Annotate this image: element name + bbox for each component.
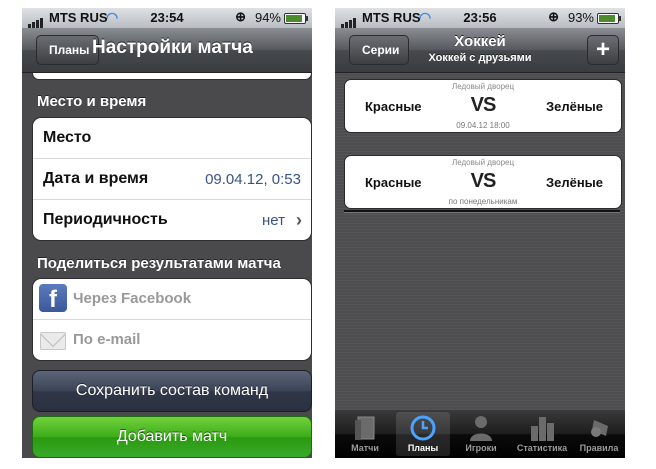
settings-content: Место и время Место Дата и время 09.04.1… — [22, 73, 312, 458]
match-card[interactable]: Ледовый дворец Красные VS Зелёные по пон… — [344, 155, 622, 209]
tab-plans[interactable]: Планы — [396, 412, 450, 456]
previous-group-edge — [32, 73, 312, 80]
page-title: Настройки матча — [92, 37, 253, 58]
tab-bar: Матчи Планы Игроки Статистика Правила — [335, 410, 625, 458]
share-facebook-row[interactable]: f Через Facebook — [33, 279, 311, 320]
page-subtitle: Хоккей с друзьями — [428, 52, 532, 64]
battery-icon — [284, 13, 308, 24]
tab-statistics[interactable]: Статистика — [512, 412, 572, 456]
match-team-away: Зелёные — [545, 99, 603, 114]
match-recurrence: по понедельникам — [448, 197, 518, 206]
rotation-lock-icon: ⊕ — [548, 9, 559, 24]
match-arena: Ледовый дворец — [451, 158, 515, 167]
datetime-value: 09.04.12, 0:53 — [205, 171, 301, 188]
navigation-bar: Планы Настройки матча — [22, 28, 312, 73]
match-settings-screen: MTS RUS ◠ 23:54 ⊕ 94% Планы Настройки ма… — [22, 8, 312, 458]
page-title: Хоккей — [454, 33, 506, 50]
save-teams-button[interactable]: Сохранить состав команд — [32, 370, 312, 412]
matches-icon — [355, 416, 375, 440]
chevron-right-icon: › — [296, 210, 302, 230]
place-label: Место — [43, 129, 92, 146]
place-time-group: Место Дата и время 09.04.12, 0:53 Период… — [32, 117, 312, 241]
status-bar: MTS RUS ◠ 23:56 ⊕ 93% — [335, 8, 625, 28]
tab-label: Игроки — [465, 443, 497, 453]
add-match-button[interactable]: Добавить матч — [32, 416, 312, 458]
share-group: f Через Facebook По e-mail — [32, 278, 312, 361]
facebook-icon: f — [39, 284, 67, 313]
periodicity-value: нет — [262, 212, 285, 229]
clock-icon — [410, 415, 436, 441]
section-header-place-time: Место и время — [37, 93, 147, 110]
match-list: Ледовый дворец Красные VS Зелёные 09.04.… — [335, 73, 625, 410]
tab-label: Статистика — [516, 443, 568, 453]
navigation-bar: Серии Хоккей Хоккей с друзьями + — [335, 28, 625, 73]
periodicity-label: Периодичность — [43, 211, 168, 228]
match-arena: Ледовый дворец — [451, 82, 515, 91]
rotation-lock-icon: ⊕ — [235, 9, 246, 24]
back-button-label: Планы — [49, 43, 90, 57]
place-row[interactable]: Место — [33, 118, 311, 159]
status-bar: MTS RUS ◠ 23:54 ⊕ 94% — [22, 8, 312, 28]
tab-label: Правила — [579, 443, 619, 453]
periodicity-row[interactable]: Периодичность нет › — [33, 200, 311, 240]
section-header-share: Поделиться результатами матча — [37, 255, 281, 272]
match-card[interactable]: Ледовый дворец Красные VS Зелёные 09.04.… — [344, 79, 622, 133]
datetime-label: Дата и время — [43, 170, 149, 187]
add-button[interactable]: + — [587, 35, 619, 65]
share-facebook-label: Через Facebook — [73, 290, 192, 307]
match-team-away: Зелёные — [545, 175, 603, 190]
tab-label: Матчи — [351, 443, 379, 453]
share-email-label: По e-mail — [73, 331, 141, 348]
tab-matches[interactable]: Матчи — [338, 412, 392, 456]
battery-icon — [597, 13, 621, 24]
player-icon — [470, 416, 492, 441]
tab-rules[interactable]: Правила — [573, 412, 625, 456]
tab-label: Планы — [407, 443, 439, 453]
list-divider — [344, 210, 620, 213]
match-datetime: 09.04.12 18:00 — [456, 121, 510, 130]
stats-icon — [531, 417, 554, 441]
whistle-icon — [591, 420, 608, 437]
mail-icon — [40, 332, 66, 350]
series-plans-screen: MTS RUS ◠ 23:56 ⊕ 93% Серии Хоккей Хокке… — [335, 8, 625, 458]
share-email-row[interactable]: По e-mail — [33, 320, 311, 360]
back-button[interactable]: Планы — [36, 35, 100, 65]
battery-percent: 94% — [254, 10, 281, 25]
tab-players[interactable]: Игроки — [454, 412, 508, 456]
datetime-row[interactable]: Дата и время 09.04.12, 0:53 — [33, 159, 311, 200]
battery-percent: 93% — [567, 10, 594, 25]
